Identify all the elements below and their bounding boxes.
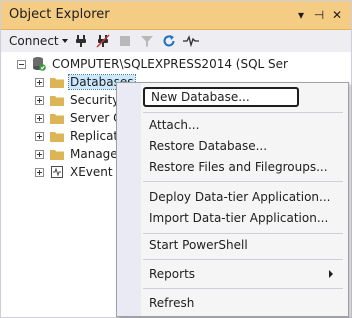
folder-icon — [49, 74, 65, 90]
expand-toggle[interactable] — [35, 77, 44, 87]
context-menu: New Database... Attach... Restore Databa… — [116, 82, 349, 317]
menu-item-refresh[interactable]: Refresh — [143, 293, 343, 313]
refresh-icon[interactable] — [160, 32, 178, 50]
disconnect-plug-icon[interactable] — [94, 32, 112, 50]
submenu-arrow-icon — [329, 270, 333, 278]
tree-node-server-objects[interactable]: Server O — [35, 109, 124, 127]
connect-button[interactable]: Connect — [9, 34, 68, 48]
panel-title-bar[interactable]: Object Explorer ▾ ⊣ ✕ — [1, 1, 351, 30]
menu-item-new-database[interactable]: New Database... — [143, 87, 299, 107]
tree-node-replication[interactable]: Replicat — [35, 127, 119, 145]
server-label: COMPUTER\SQLEXPRESS2014 (SQL Ser — [52, 57, 288, 71]
connect-label: Connect — [9, 34, 59, 48]
expand-toggle[interactable] — [35, 95, 44, 105]
activity-icon[interactable] — [182, 32, 200, 50]
tree-node-xevent-profiler[interactable]: XEvent P — [35, 163, 125, 181]
menu-separator — [143, 233, 343, 234]
filter-icon[interactable] — [138, 32, 156, 50]
menu-item-label: Reports — [149, 267, 196, 281]
close-icon[interactable]: ✕ — [331, 5, 343, 25]
menu-separator — [143, 112, 343, 113]
tree-node-security[interactable]: Security — [35, 91, 120, 109]
tree-node-label: Replicat — [70, 129, 119, 143]
menu-item-deploy-data-tier[interactable]: Deploy Data-tier Application... — [143, 187, 343, 207]
title-controls: ▾ ⊣ ✕ — [295, 5, 343, 25]
folder-icon — [49, 110, 65, 126]
menu-item-restore-files-filegroups[interactable]: Restore Files and Filegroups... — [143, 157, 343, 177]
pin-icon[interactable]: ⊣ — [313, 5, 325, 25]
stop-icon[interactable] — [116, 32, 134, 50]
chevron-down-icon — [61, 39, 68, 43]
menu-item-import-data-tier[interactable]: Import Data-tier Application... — [143, 208, 343, 228]
tree-node-management[interactable]: Manage — [35, 145, 119, 163]
collapse-toggle[interactable] — [17, 59, 26, 69]
xevent-profiler-icon — [49, 164, 65, 180]
menu-separator — [143, 259, 343, 260]
menu-separator — [143, 181, 343, 182]
expand-toggle[interactable] — [35, 167, 44, 177]
dropdown-icon[interactable]: ▾ — [295, 5, 307, 25]
expand-toggle[interactable] — [35, 113, 44, 123]
menu-item-attach[interactable]: Attach... — [143, 115, 343, 135]
expand-toggle[interactable] — [35, 131, 44, 141]
object-explorer-panel: Object Explorer ▾ ⊣ ✕ Connect COMPUTER\S… — [0, 0, 352, 318]
connect-plug-icon[interactable] — [72, 32, 90, 50]
folder-icon — [49, 92, 65, 108]
tree-node-label: Manage — [70, 147, 118, 161]
server-icon — [31, 56, 47, 72]
menu-item-restore-database[interactable]: Restore Database... — [143, 136, 343, 156]
folder-icon — [49, 128, 65, 144]
menu-separator — [143, 288, 343, 289]
tree-node-server[interactable]: COMPUTER\SQLEXPRESS2014 (SQL Ser — [17, 55, 289, 73]
menu-item-start-powershell[interactable]: Start PowerShell — [143, 235, 343, 255]
expand-toggle[interactable] — [35, 149, 44, 159]
tree-node-label: Security — [70, 93, 120, 107]
menu-icon-gutter — [117, 83, 141, 316]
panel-title: Object Explorer — [9, 7, 110, 22]
toolbar: Connect — [1, 30, 351, 52]
menu-item-reports[interactable]: Reports — [143, 264, 343, 284]
folder-icon — [49, 146, 65, 162]
